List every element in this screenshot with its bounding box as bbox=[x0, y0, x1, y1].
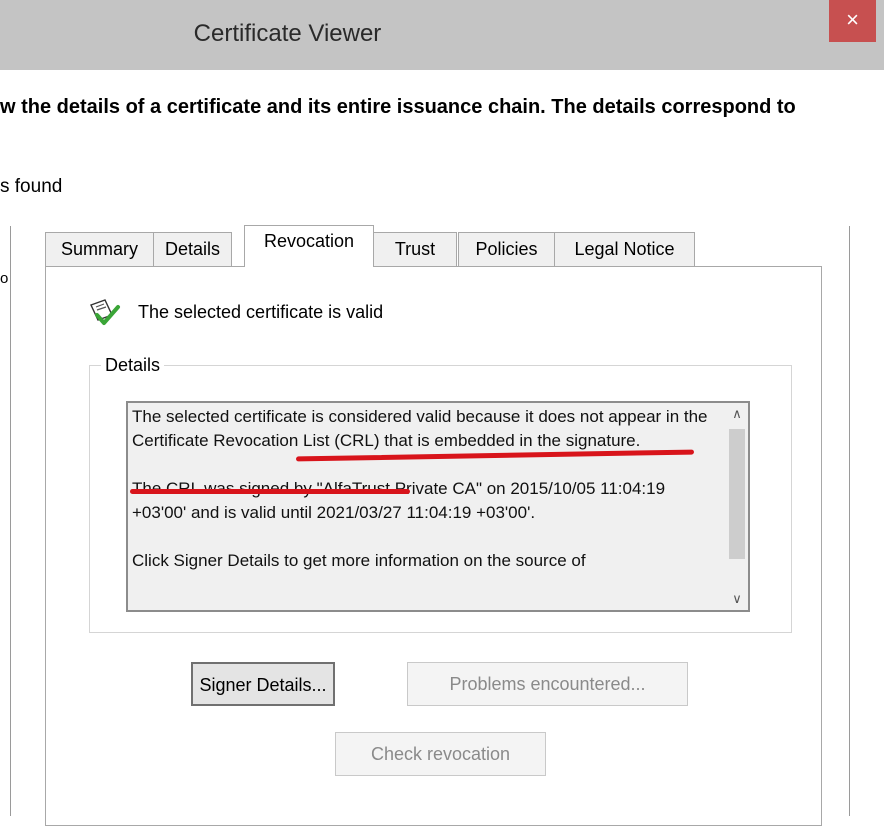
signatures-found-text: s found bbox=[0, 176, 63, 197]
revocation-panel: The selected certificate is valid Detail… bbox=[45, 266, 822, 826]
right-pane-border bbox=[849, 226, 850, 816]
tab-revocation[interactable]: Revocation bbox=[244, 225, 374, 267]
tab-summary[interactable]: Summary bbox=[45, 232, 154, 266]
certificate-status-text: The selected certificate is valid bbox=[138, 302, 384, 322]
tab-details[interactable]: Details bbox=[153, 232, 232, 266]
check-revocation-button[interactable]: Check revocation bbox=[335, 732, 546, 776]
tab-trust[interactable]: Trust bbox=[373, 232, 457, 266]
tab-legal-notice[interactable]: Legal Notice bbox=[554, 232, 695, 266]
tab-policies[interactable]: Policies bbox=[458, 232, 555, 266]
valid-certificate-icon bbox=[88, 298, 122, 333]
details-paragraph-1: The selected certificate is considered v… bbox=[132, 407, 708, 450]
close-button[interactable]: × bbox=[829, 0, 876, 42]
chevron-up-icon[interactable]: ∧ bbox=[726, 403, 748, 425]
intro-text: w the details of a certificate and its e… bbox=[0, 96, 796, 118]
title-bar: Certificate Viewer × bbox=[0, 0, 884, 70]
annotation-underline-2 bbox=[130, 489, 410, 494]
left-pane-text: o bbox=[0, 270, 9, 287]
details-legend: Details bbox=[101, 355, 165, 376]
details-paragraph-3: Click Signer Details to get more informa… bbox=[132, 551, 586, 570]
revocation-details-content: The selected certificate is considered v… bbox=[132, 405, 722, 597]
left-pane-border bbox=[0, 226, 11, 816]
details-paragraph-2: The CRL was signed by "AlfaTrust Private… bbox=[132, 479, 666, 522]
scroll-thumb[interactable] bbox=[729, 429, 745, 559]
problems-encountered-button[interactable]: Problems encountered... bbox=[407, 662, 688, 706]
chevron-down-icon[interactable]: ∨ bbox=[726, 588, 748, 610]
signer-details-button[interactable]: Signer Details... bbox=[191, 662, 335, 706]
window-title: Certificate Viewer bbox=[193, 20, 382, 47]
details-scrollbar[interactable]: ∧ ∨ bbox=[726, 403, 748, 610]
revocation-details-textbox[interactable]: The selected certificate is considered v… bbox=[126, 401, 750, 612]
